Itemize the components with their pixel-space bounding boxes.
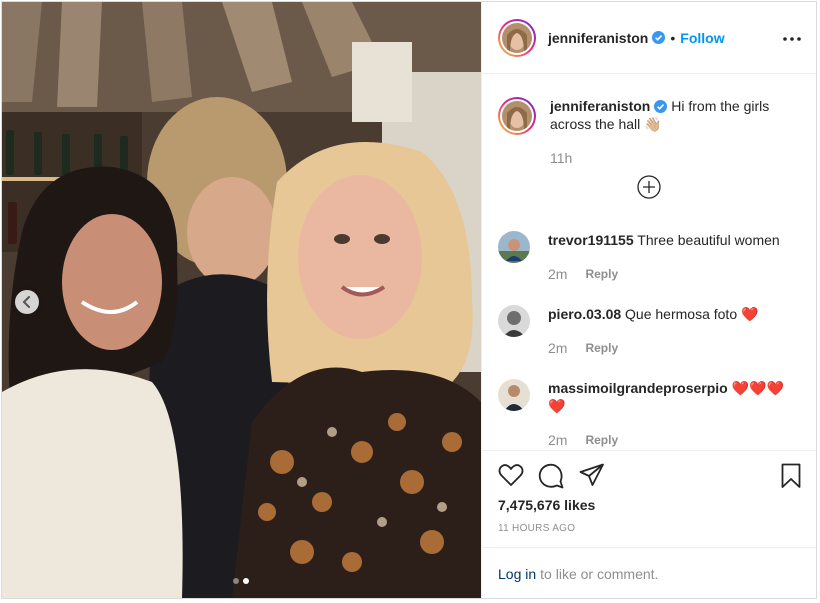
heart-icon[interactable] [498,463,524,492]
comment-text: Que hermosa foto [625,306,738,322]
author-avatar[interactable] [498,18,536,57]
commenter-avatar[interactable] [498,231,530,263]
comment-icon[interactable] [538,463,564,494]
post-timestamp[interactable]: 11 HOURS AGO [498,523,575,534]
caption-emoji: 👋🏼 [644,116,662,132]
comment-text: Three beautiful women [637,232,780,248]
commenter-avatar[interactable] [498,305,530,337]
post-actions: 7,475,676 likes 11 HOURS AGO Log in to l… [482,450,816,598]
login-prompt: Log in to like or comment. [482,547,816,598]
reply-button[interactable]: Reply [585,265,618,283]
comment-item: piero.03.08 Que hermosa foto ❤️ 2m Reply [498,305,798,357]
comment-emoji: ❤️ [741,306,759,322]
carousel-indicator [233,578,249,584]
reply-button[interactable]: Reply [585,339,618,357]
comment-time: 2m [548,432,568,448]
verified-icon [652,31,666,44]
comment-time: 2m [548,340,568,356]
caption: jenniferaniston Hi from the girls across… [498,97,800,167]
caption-avatar[interactable] [498,97,536,135]
comment-username[interactable]: piero.03.08 [548,306,621,322]
comment-username[interactable]: massimoilgrandeproserpio [548,380,728,396]
bookmark-icon[interactable] [781,463,801,494]
more-options-icon[interactable] [783,28,801,46]
caption-username[interactable]: jenniferaniston [550,98,650,114]
share-icon[interactable] [579,463,605,492]
post-card: jenniferaniston • Follow jenniferaniston… [1,1,817,599]
login-link[interactable]: Log in [498,566,536,582]
post-header: jenniferaniston • Follow [482,2,816,74]
comment-item: trevor191155 Three beautiful women 2m Re… [498,231,798,283]
avatar-image [502,101,532,131]
carousel-prev-button[interactable] [15,290,39,314]
carousel-dot-active [243,578,249,584]
photo-image [2,2,481,598]
verified-icon [654,100,668,113]
comment-item: massimoilgrandeproserpio ❤️❤️❤️ ❤️ 2m Re… [498,379,793,449]
author-username[interactable]: jenniferaniston [548,30,648,46]
post-sidebar: jenniferaniston • Follow jenniferaniston… [481,2,816,598]
post-photo[interactable] [2,2,481,598]
likes-count[interactable]: 7,475,676 likes [498,497,595,513]
commenter-avatar[interactable] [498,379,530,411]
chevron-left-icon [22,296,30,308]
header-separator: • [670,29,676,46]
avatar-image [502,22,532,53]
comment-username[interactable]: trevor191155 [548,232,634,248]
comments-list: jenniferaniston Hi from the girls across… [482,75,816,450]
reply-button[interactable]: Reply [585,431,618,449]
carousel-dot [233,578,239,584]
caption-time: 11h [550,150,573,166]
plus-circle-icon[interactable] [637,175,661,204]
login-prompt-text: to like or comment. [540,565,659,582]
comment-time: 2m [548,266,568,282]
follow-button[interactable]: Follow [680,30,724,46]
